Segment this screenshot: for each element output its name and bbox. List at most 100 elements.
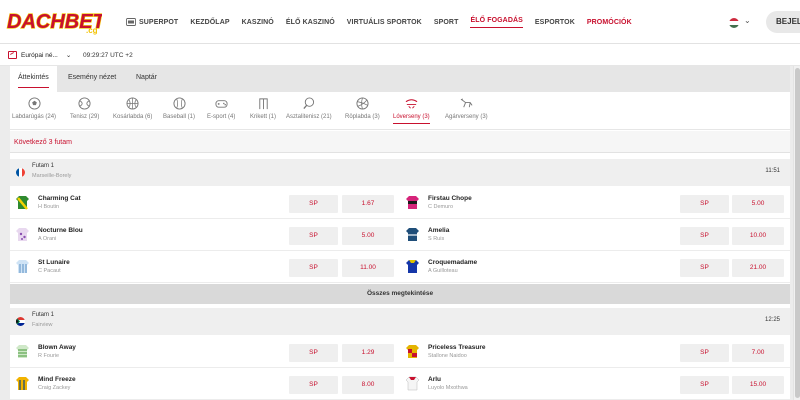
sp-button[interactable]: SP xyxy=(289,227,338,245)
runner: Blown Away R Fourie xyxy=(16,344,76,359)
sport-greyhound[interactable]: Agárverseny (3) xyxy=(445,97,488,120)
scrollbar-thumb[interactable] xyxy=(795,68,800,398)
nav-live-betting[interactable]: ÉLŐ FOGADÁS xyxy=(470,17,523,28)
odds-button[interactable]: 7.00 xyxy=(732,344,784,362)
nav-live-casino[interactable]: ÉLŐ KASZINÓ xyxy=(286,17,335,28)
sport-cricket[interactable]: Krikett (1) xyxy=(250,97,276,120)
chevron-down-icon[interactable]: ⌄ xyxy=(744,16,751,25)
odds-button[interactable]: 5.00 xyxy=(342,227,394,245)
sp-button[interactable]: SP xyxy=(289,195,338,213)
nav-casino[interactable]: KASZINÓ xyxy=(242,17,274,28)
runner-name: Croquemadame xyxy=(428,259,478,266)
page-scrollbar[interactable] xyxy=(793,66,800,400)
brand-logo[interactable]: DACHBET .cg xyxy=(6,6,102,36)
sport-label: Röplabda (3) xyxy=(345,114,380,120)
jockey-name: Craig Zackey xyxy=(38,385,71,391)
view-tabs: Áttekintés Esemény nézet Naptár xyxy=(10,66,790,92)
sport-basketball[interactable]: Kosárlabda (6) xyxy=(113,97,152,120)
sport-tennis[interactable]: Tenisz (29) xyxy=(70,97,99,120)
nav-home[interactable]: KEZDŐLAP xyxy=(190,17,229,28)
tab-calendar[interactable]: Naptár xyxy=(136,74,157,81)
runner-name: Firstau Chope xyxy=(428,195,472,202)
odds-button[interactable]: 15.00 xyxy=(732,376,784,394)
silk-icon xyxy=(16,227,29,242)
main-nav: SUPERPOT KEZDŐLAP KASZINÓ ÉLŐ KASZINÓ VI… xyxy=(126,17,632,28)
silk-icon xyxy=(16,259,29,274)
sport-label: Asztalitenisz (21) xyxy=(286,114,332,120)
sport-label: Lóverseny (3) xyxy=(393,114,430,124)
odds-button[interactable]: 11.00 xyxy=(342,259,394,277)
sp-button[interactable]: SP xyxy=(680,227,729,245)
nav-sport[interactable]: SPORT xyxy=(434,17,459,28)
runner-name: Nocturne Blou xyxy=(38,227,83,234)
silk-icon xyxy=(16,344,29,359)
silk-icon xyxy=(406,195,419,210)
sport-label: Krikett (1) xyxy=(250,114,277,120)
sport-label: Kosárlabda (6) xyxy=(113,114,153,120)
odds-button[interactable]: 1.67 xyxy=(342,195,394,213)
runner-row: Mind Freeze Craig Zackey SP 8.00 Arlu Luyo… xyxy=(10,369,790,400)
sp-button[interactable]: SP xyxy=(680,376,729,394)
race-header[interactable]: Futam 1 Fairview 12:25 xyxy=(10,308,790,335)
region-selector[interactable]: Európai né... ⌄ xyxy=(8,51,71,59)
jockey-name: C Demuro xyxy=(428,204,454,210)
table-tennis-icon xyxy=(303,97,315,110)
sp-button[interactable]: SP xyxy=(680,259,729,277)
sport-esport[interactable]: E-sport (4) xyxy=(207,97,235,120)
runner-row: St Lunaire C Pacaut SP 11.00 Croquemadame… xyxy=(10,252,790,283)
volleyball-icon xyxy=(356,97,369,110)
odds-button[interactable]: 10.00 xyxy=(732,227,784,245)
sp-button[interactable]: SP xyxy=(680,195,729,213)
sp-button[interactable]: SP xyxy=(680,344,729,362)
runner-name: St Lunaire xyxy=(38,259,70,266)
france-flag-icon xyxy=(16,168,25,177)
runner: Arlu Luyolo Mxothwa xyxy=(406,376,468,391)
jockey-name: S Ruis xyxy=(428,236,445,242)
runner-name: Charming Cat xyxy=(38,195,81,202)
top-bar: DACHBET .cg SUPERPOT KEZDŐLAP KASZINÓ ÉL… xyxy=(0,0,800,44)
nav-esports-label: ESPORTOK xyxy=(534,19,575,26)
hungary-flag-icon[interactable] xyxy=(729,18,739,28)
jockey-name: A Orani xyxy=(38,236,57,242)
sport-football[interactable]: Labdarúgás (24) xyxy=(12,97,56,120)
sport-volleyball[interactable]: Röplabda (3) xyxy=(345,97,380,120)
sp-button[interactable]: SP xyxy=(289,344,338,362)
race-header[interactable]: Futam 1 Marseille-Borely 11:51 xyxy=(10,159,790,186)
jockey-name: R Fourie xyxy=(38,353,60,359)
logo-wordmark: DACHBET .cg xyxy=(6,10,102,35)
sp-button[interactable]: SP xyxy=(289,259,338,277)
south-africa-flag-icon xyxy=(16,317,25,326)
nav-promotions[interactable]: PROMÓCIÓK xyxy=(587,17,632,28)
cricket-icon xyxy=(258,98,268,110)
sport-table-tennis[interactable]: Asztalitenisz (21) xyxy=(286,97,332,120)
sport-label: Tenisz (29) xyxy=(70,114,100,120)
next-races-label[interactable]: Következő 3 futam xyxy=(14,139,72,146)
login-button[interactable]: BEJEL xyxy=(766,11,800,33)
silk-icon xyxy=(16,195,29,210)
nav-virtual-sports-label: VIRTUÁLIS SPORTOK xyxy=(346,19,422,26)
nav-virtual-sports[interactable]: VIRTUÁLIS SPORTOK xyxy=(347,17,422,28)
race-time: 12:25 xyxy=(764,317,780,323)
odds-button[interactable]: 5.00 xyxy=(732,195,784,213)
odds-button[interactable]: 21.00 xyxy=(732,259,784,277)
odds-button[interactable]: 8.00 xyxy=(342,376,394,394)
nav-superpot[interactable]: SUPERPOT xyxy=(126,17,178,28)
odds-format-icon xyxy=(8,51,17,59)
svg-text:.cg: .cg xyxy=(86,26,98,35)
runner-name: Blown Away xyxy=(38,344,76,351)
sp-button[interactable]: SP xyxy=(289,376,338,394)
odds-button[interactable]: 1.29 xyxy=(342,344,394,362)
show-all-button[interactable]: Összes megtekintése xyxy=(10,284,790,304)
runner: Priceless Treasure Stallone Naidoo xyxy=(406,344,485,359)
tennis-icon xyxy=(78,97,91,110)
basketball-icon xyxy=(126,97,139,110)
sport-baseball[interactable]: Baseball (1) xyxy=(163,97,195,120)
tab-overview[interactable]: Áttekintés xyxy=(10,66,57,92)
jackpot-icon xyxy=(126,17,136,28)
jockey-name: A Guilloteau xyxy=(428,268,458,274)
sport-horse-racing[interactable]: Lóverseny (3) xyxy=(393,97,430,124)
next-races-header: Következő 3 futam xyxy=(10,131,790,153)
nav-esports[interactable]: ESPORTOK xyxy=(535,17,575,28)
tab-event-view[interactable]: Esemény nézet xyxy=(68,74,116,81)
main-content: Áttekintés Esemény nézet Naptár Labdarúg… xyxy=(10,66,790,400)
